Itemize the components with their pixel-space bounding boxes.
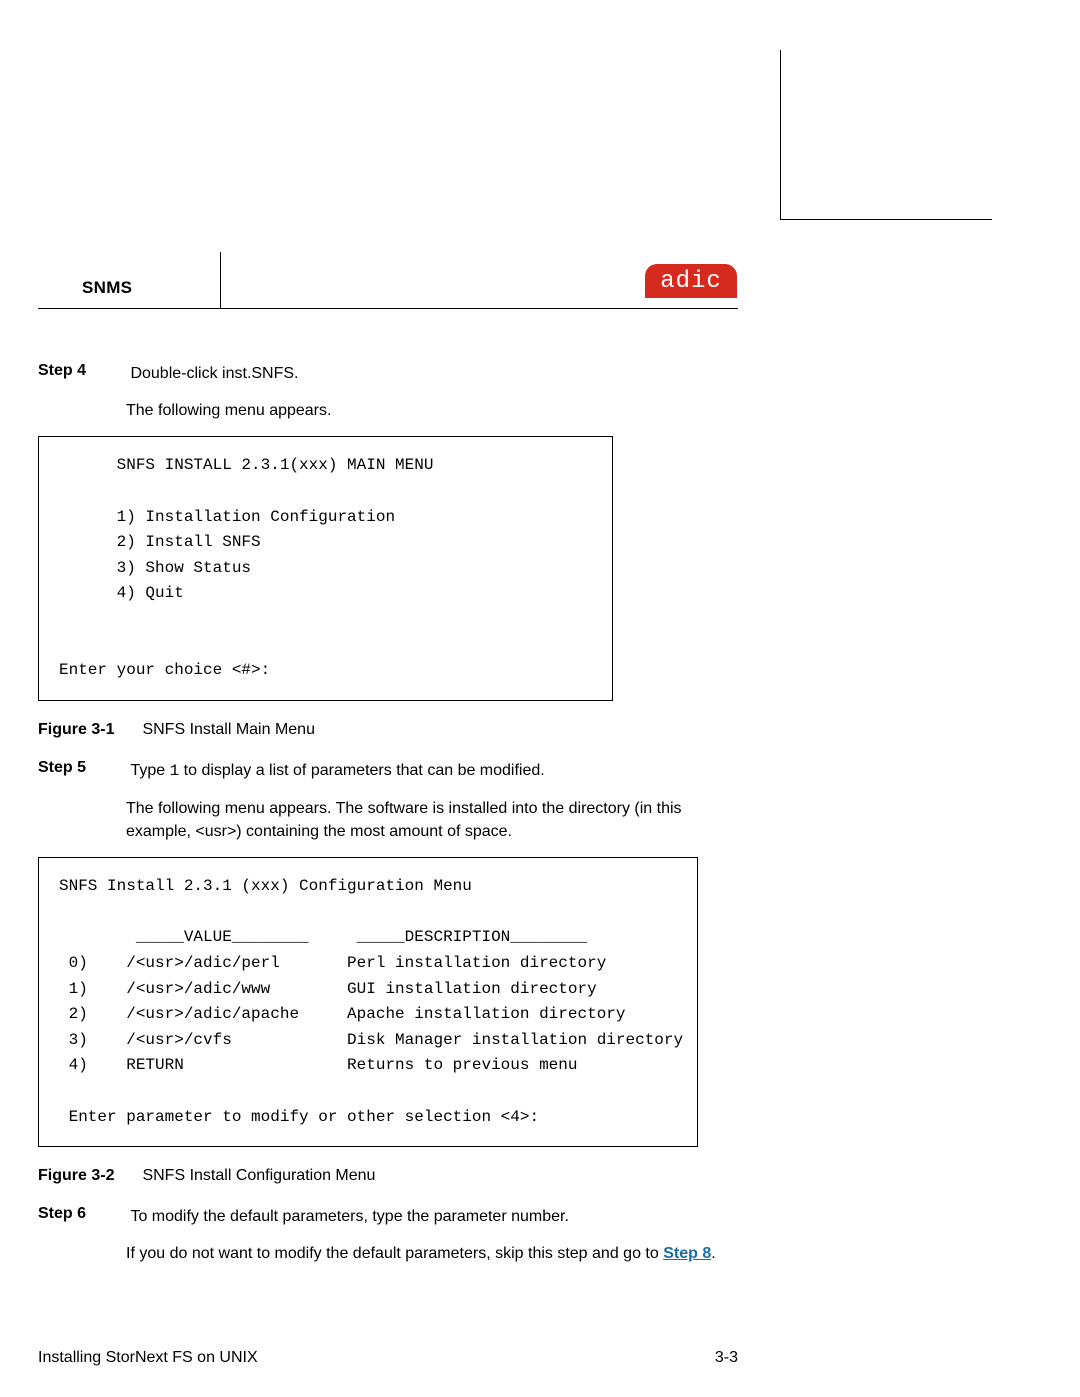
step-6-text: To modify the default parameters, type t…	[130, 1205, 568, 1228]
product-name: SNMS	[82, 278, 132, 298]
figure-3-2: Figure 3-2 SNFS Install Configuration Me…	[38, 1167, 738, 1185]
step-5-follow: The following menu appears. The software…	[126, 797, 738, 843]
step-5-text-code: 1	[170, 762, 180, 780]
step-5-text-prefix: Type	[130, 762, 169, 779]
figure-3-1-caption: SNFS Install Main Menu	[142, 721, 315, 738]
footer-left: Installing StorNext FS on UNIX	[38, 1349, 258, 1366]
adic-logo: adic	[645, 264, 737, 298]
step-5-text: Type 1 to display a list of parameters t…	[130, 759, 544, 783]
page-footer: Installing StorNext FS on UNIX 3-3	[38, 1349, 738, 1367]
step-6-follow-suffix: .	[711, 1245, 715, 1262]
header-divider	[220, 252, 221, 308]
step-6: Step 6 To modify the default parameters,…	[38, 1205, 738, 1228]
figure-3-1-label: Figure 3-1	[38, 721, 138, 739]
top-corner-rule	[780, 50, 992, 220]
step-6-label: Step 6	[38, 1205, 126, 1223]
step-5-label: Step 5	[38, 759, 126, 777]
code-config-menu: SNFS Install 2.3.1 (xxx) Configuration M…	[38, 857, 698, 1147]
adic-logo-text: adic	[660, 268, 722, 295]
step-4-label: Step 4	[38, 362, 126, 380]
figure-3-2-caption: SNFS Install Configuration Menu	[142, 1167, 375, 1184]
step-4-text: Double-click inst.SNFS.	[130, 362, 298, 385]
step-5-text-suffix: to display a list of parameters that can…	[179, 762, 545, 779]
figure-3-1: Figure 3-1 SNFS Install Main Menu	[38, 721, 738, 739]
step-4-follow: The following menu appears.	[126, 399, 738, 422]
step-5: Step 5 Type 1 to display a list of param…	[38, 759, 738, 783]
footer-right: 3-3	[715, 1349, 738, 1367]
code-main-menu: SNFS INSTALL 2.3.1(xxx) MAIN MENU 1) Ins…	[38, 436, 613, 700]
header-rule	[38, 308, 738, 309]
step-6-follow: If you do not want to modify the default…	[126, 1242, 738, 1265]
figure-3-2-label: Figure 3-2	[38, 1167, 138, 1185]
page-content: Step 4 Double-click inst.SNFS. The follo…	[38, 362, 738, 1280]
page-header: SNMS	[38, 262, 738, 312]
step-4: Step 4 Double-click inst.SNFS.	[38, 362, 738, 385]
step-6-follow-prefix: If you do not want to modify the default…	[126, 1245, 663, 1262]
step-8-link[interactable]: Step 8	[663, 1245, 711, 1262]
